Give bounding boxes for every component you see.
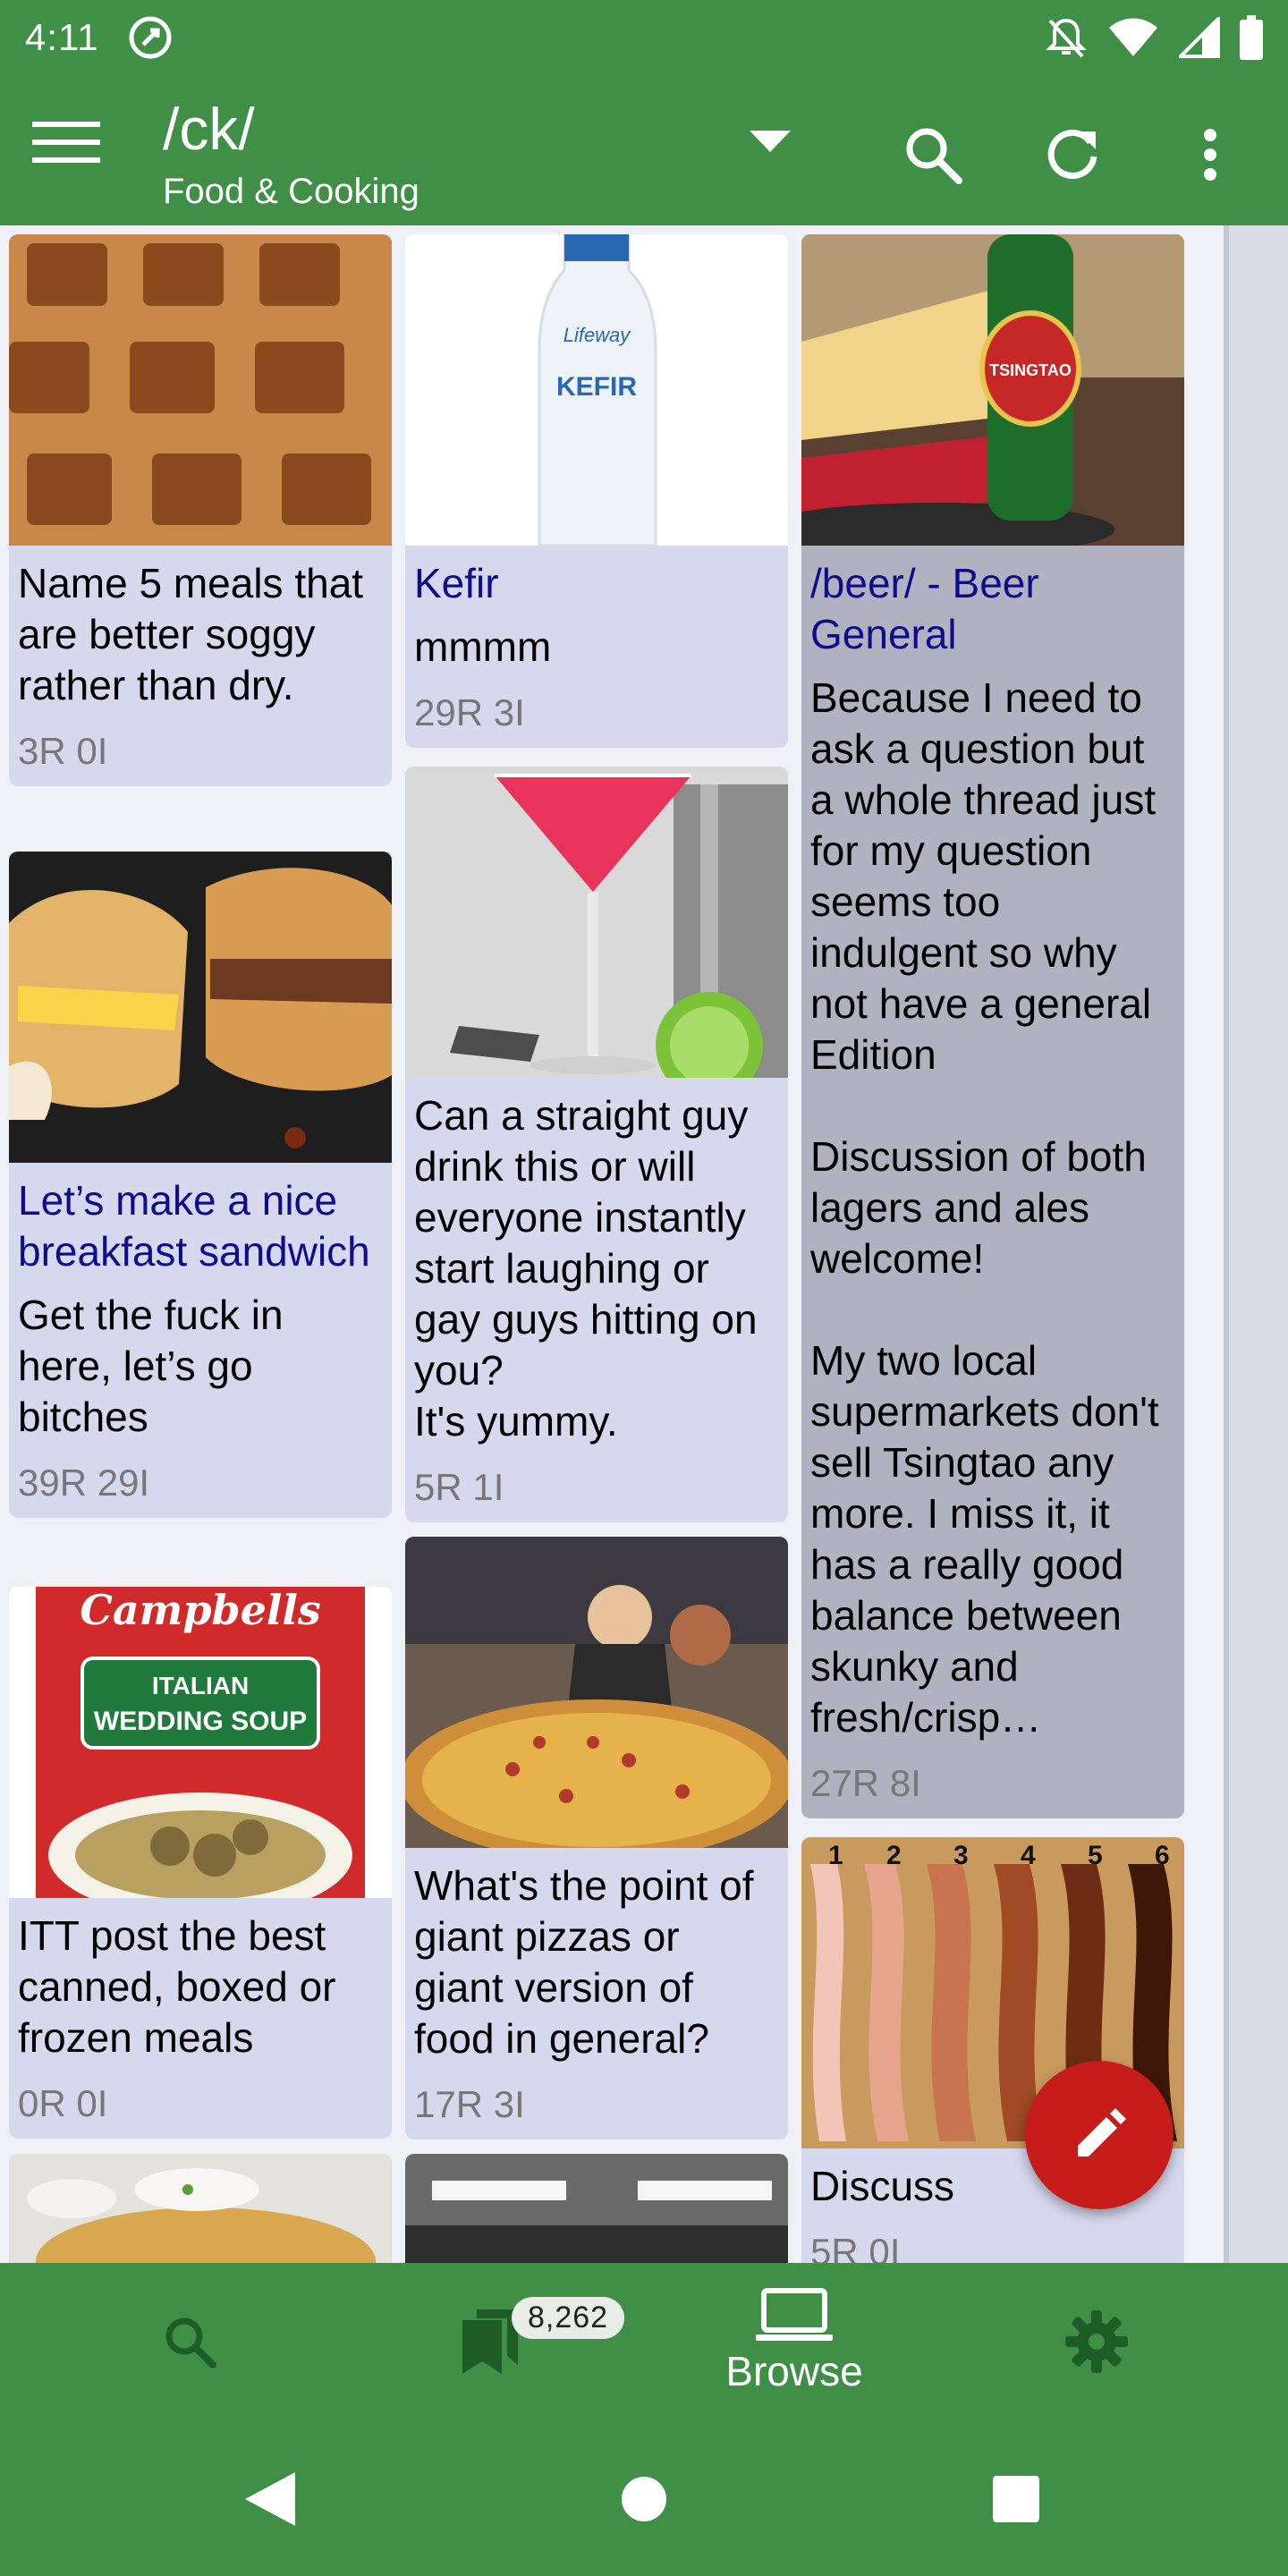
battery-icon <box>1240 15 1263 60</box>
wifi-icon <box>1109 18 1157 56</box>
thread-card[interactable]: Name 5 meals that are better soggy rathe… <box>9 234 392 786</box>
system-navigation-bar <box>0 2420 1288 2576</box>
hamburger-menu-icon <box>32 122 100 163</box>
board-subtitle[interactable]: Food & Cooking <box>163 172 419 212</box>
settings-gear-icon <box>1065 2310 1128 2373</box>
svg-text:WEDDING SOUP: WEDDING SOUP <box>94 1707 307 1736</box>
home-circle-icon <box>622 2477 666 2521</box>
kefir-bottle-photo: Lifeway KEFIR <box>405 234 788 546</box>
svg-text:5: 5 <box>1088 1841 1103 1870</box>
thread-stats: 39R 29I <box>18 1462 150 1504</box>
thread-thumbnail[interactable]: Lifeway KEFIR <box>405 234 788 546</box>
svg-text:KEFIR: KEFIR <box>556 372 637 402</box>
system-recents-button[interactable] <box>979 2462 1054 2537</box>
recents-square-icon <box>993 2476 1039 2522</box>
giant-pizza-photo <box>405 1537 788 1848</box>
bookmarks-count-badge: 8,262 <box>512 2297 625 2339</box>
thread-stats: 0R 0I <box>18 2082 108 2124</box>
thread-comment: What's the point of giant pizzas or gian… <box>414 1862 754 2062</box>
thread-subject: Let’s make a nice breakfast sandwich <box>18 1177 370 1275</box>
thread-stats: 17R 3I <box>414 2083 525 2125</box>
waffle-photo <box>9 234 392 546</box>
thread-stats: 27R 8I <box>810 1762 921 1804</box>
search-button[interactable] <box>893 114 973 195</box>
svg-text:3: 3 <box>953 1841 969 1870</box>
status-time: 4:11 <box>25 16 99 58</box>
refresh-icon <box>1047 129 1097 179</box>
cell-signal-icon <box>1179 17 1220 58</box>
thread-thumbnail[interactable]: TSINGTAO <box>801 234 1184 546</box>
thread-card[interactable]: TSINGTAO /beer/ - Beer General Because I… <box>801 234 1184 1818</box>
tacos-photo <box>9 2154 392 2263</box>
thread-card[interactable] <box>405 2154 788 2263</box>
svg-text:Campbells: Campbells <box>80 1587 321 1634</box>
thread-thumbnail[interactable] <box>405 1537 788 1848</box>
nav-browse[interactable]: Browse <box>633 2263 955 2420</box>
back-triangle-icon <box>245 2472 295 2526</box>
search-icon <box>165 2318 216 2368</box>
thread-thumbnail[interactable] <box>9 852 392 1163</box>
thread-stats: 3R 0I <box>18 730 108 772</box>
notifications-off-icon <box>1046 18 1087 58</box>
app-notification-icon <box>129 16 172 59</box>
app-bar: /ck/ Food & Cooking <box>0 75 1288 225</box>
thread-subject: /beer/ - Beer General <box>810 560 1039 657</box>
breakfast-sandwich-photo <box>9 852 392 1163</box>
menu-button[interactable] <box>32 122 118 179</box>
new-thread-button[interactable] <box>1025 2061 1174 2209</box>
svg-text:Lifeway: Lifeway <box>564 324 632 346</box>
svg-text:1: 1 <box>828 1841 843 1870</box>
thread-comment: Can a straight guy drink this or will ev… <box>414 1092 758 1445</box>
refresh-button[interactable] <box>1032 114 1113 195</box>
thread-card[interactable]: What's the point of giant pizzas or gian… <box>405 1537 788 2140</box>
nav-search[interactable] <box>29 2263 351 2420</box>
thread-card[interactable]: Can a straight guy drink this or will ev… <box>405 767 788 1522</box>
bottom-navigation: 8,262 Browse <box>0 2263 1288 2420</box>
nav-browse-label: Browse <box>725 2348 863 2394</box>
system-home-button[interactable] <box>606 2462 682 2537</box>
thread-stats: 5R 0I <box>810 2231 901 2263</box>
thread-thumbnail[interactable]: Campbells ITALIAN WEDDING SOUP <box>9 1587 392 1898</box>
campbells-soup-photo: Campbells ITALIAN WEDDING SOUP <box>9 1587 392 1898</box>
pink-cocktail-photo <box>405 767 788 1078</box>
thread-card[interactable]: Lifeway KEFIR Kefir mmmm 29R 3I <box>405 234 788 748</box>
svg-text:4: 4 <box>1021 1841 1036 1870</box>
thread-comment: mmmm <box>414 623 552 670</box>
svg-text:ITALIAN: ITALIAN <box>152 1672 249 1699</box>
svg-text:2: 2 <box>886 1841 902 1870</box>
svg-text:6: 6 <box>1155 1841 1170 1870</box>
status-bar: 4:11 <box>0 0 1288 75</box>
thread-comment: Get the fuck in here, let’s go bitches <box>18 1292 284 1440</box>
pencil-icon <box>1078 2108 1126 2157</box>
next-page-peek[interactable] <box>1224 225 1288 2263</box>
search-icon <box>906 128 962 184</box>
thread-thumbnail[interactable] <box>405 767 788 1078</box>
restaurant-interior-photo <box>405 2154 788 2263</box>
thread-comment: Name 5 meals that are better soggy rathe… <box>18 560 364 708</box>
system-back-button[interactable] <box>233 2462 308 2537</box>
thread-stats: 29R 3I <box>414 691 525 733</box>
more-vertical-icon <box>1204 129 1216 181</box>
thread-catalog[interactable]: Name 5 meals that are better soggy rathe… <box>0 225 1288 2263</box>
svg-text:TSINGTAO: TSINGTAO <box>989 361 1072 379</box>
thread-thumbnail[interactable] <box>9 234 392 546</box>
nav-bookmarks[interactable]: 8,262 <box>331 2263 653 2420</box>
thread-comment: ITT post the best canned, boxed or froze… <box>18 1912 336 2061</box>
status-icons <box>1045 15 1263 60</box>
tsingtao-beer-photo: TSINGTAO <box>801 234 1184 546</box>
thread-comment: Because I need to ask a question but a w… <box>810 674 1159 1741</box>
board-dropdown-button[interactable] <box>750 131 807 175</box>
thread-card[interactable] <box>9 2154 392 2263</box>
thread-card[interactable]: Campbells ITALIAN WEDDING SOUP ITT post … <box>9 1587 392 2139</box>
thread-stats: 5R 1I <box>414 1466 504 1508</box>
nav-settings[interactable] <box>936 2263 1258 2420</box>
laptop-icon <box>756 2288 833 2341</box>
overflow-menu-button[interactable] <box>1170 114 1250 195</box>
thread-subject: Kefir <box>414 560 499 606</box>
dropdown-arrow-icon <box>750 131 791 152</box>
board-title[interactable]: /ck/ <box>163 95 255 163</box>
thread-card[interactable]: Let’s make a nice breakfast sandwich Get… <box>9 852 392 1518</box>
